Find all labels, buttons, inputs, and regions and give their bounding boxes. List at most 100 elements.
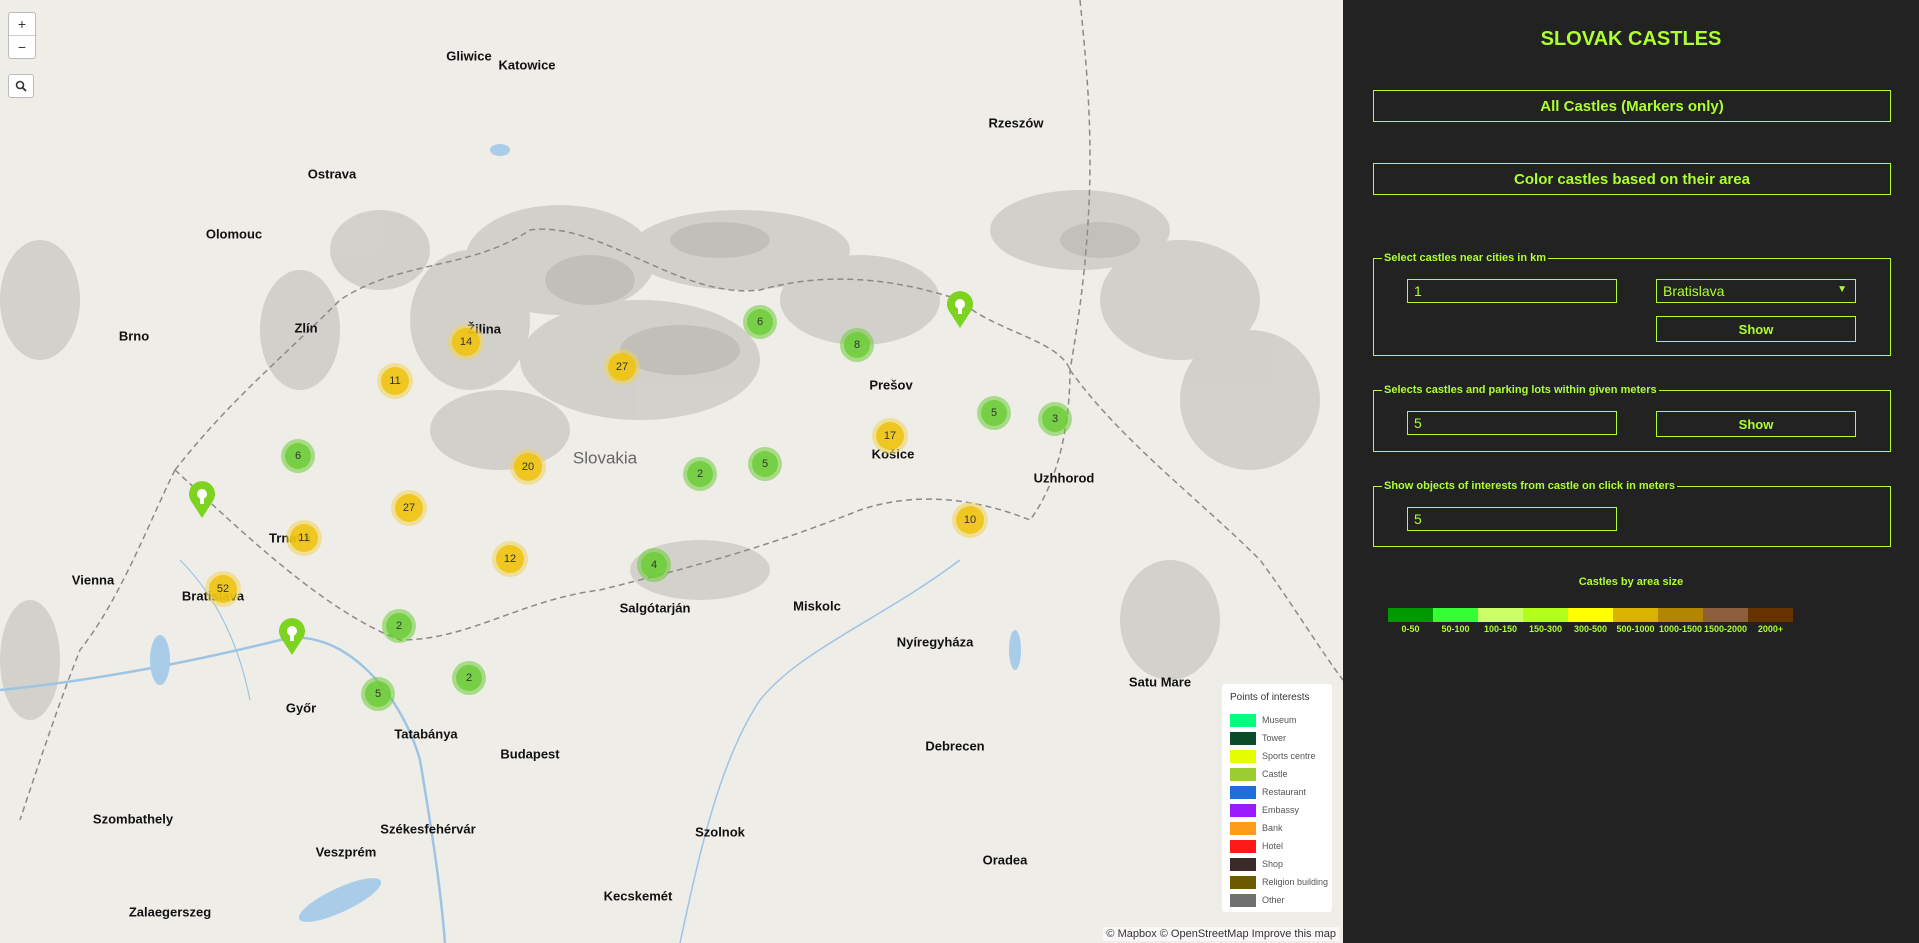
castle-cluster-marker[interactable]: 5 (748, 447, 782, 481)
near-cities-km-input[interactable]: 1 (1407, 279, 1617, 303)
castle-cluster-marker[interactable]: 17 (872, 418, 908, 454)
area-legend-label: 300-500 (1573, 624, 1608, 634)
cluster-count: 2 (687, 461, 713, 487)
all-castles-button[interactable]: All Castles (Markers only) (1373, 90, 1891, 122)
map-canvas[interactable]: OstravaOlomoucBrnoZlínViennaBratislavaTr… (0, 0, 1343, 943)
area-legend-swatch (1433, 608, 1478, 622)
region-label: Slovakia (572, 448, 638, 468)
city-label: Szombathely (92, 811, 174, 827)
city-label: Brno (118, 328, 150, 344)
city-label: Zalaegerszeg (128, 904, 212, 920)
castle-cluster-marker[interactable]: 11 (377, 363, 413, 399)
color-castles-button[interactable]: Color castles based on their area (1373, 163, 1891, 195)
area-legend-title: Castles by area size (1578, 576, 1684, 588)
castle-cluster-marker[interactable]: 4 (637, 548, 671, 582)
poi-legend-item: Castle (1230, 765, 1332, 783)
poi-legend-swatch (1230, 821, 1256, 835)
cluster-count: 12 (496, 545, 524, 573)
castle-pin-marker[interactable] (187, 481, 217, 524)
cluster-count: 5 (752, 451, 778, 477)
poi-legend-swatch (1230, 839, 1256, 853)
map-attribution[interactable]: © Mapbox © OpenStreetMap Improve this ma… (1103, 927, 1339, 941)
city-label: Salgótarján (619, 600, 691, 616)
city-label: Budapest (500, 746, 560, 762)
castle-cluster-marker[interactable]: 14 (448, 324, 484, 360)
cluster-count: 6 (285, 443, 311, 469)
castle-cluster-marker[interactable]: 2 (683, 457, 717, 491)
area-legend-item: 1000-1500 (1658, 608, 1703, 634)
cluster-count: 17 (876, 422, 904, 450)
city-label: Katowice (498, 57, 556, 73)
area-legend-label: 150-300 (1528, 624, 1563, 634)
area-legend-label: 1500-2000 (1703, 624, 1748, 634)
castle-cluster-marker[interactable]: 2 (382, 609, 416, 643)
poi-legend-label: Religion building (1262, 877, 1329, 887)
city-label: Nyíregyháza (896, 634, 974, 650)
map-pin-icon (279, 618, 305, 655)
area-legend-label: 50-100 (1441, 624, 1470, 634)
city-select-value: Bratislava (1663, 283, 1725, 299)
area-legend-swatch (1388, 608, 1433, 622)
castle-cluster-marker[interactable]: 6 (281, 439, 315, 473)
poi-legend-label: Museum (1262, 715, 1297, 725)
near-cities-show-button[interactable]: Show (1656, 316, 1856, 342)
poi-legend-swatch (1230, 875, 1256, 889)
poi-meters-legend: Show objects of interests from castle on… (1384, 480, 1675, 492)
parking-show-button[interactable]: Show (1656, 411, 1856, 437)
cluster-count: 4 (641, 552, 667, 578)
city-label: Satu Mare (1128, 674, 1192, 690)
city-label: Oradea (982, 852, 1028, 868)
poi-legend-swatch (1230, 749, 1256, 763)
poi-legend-swatch (1230, 713, 1256, 727)
castle-cluster-marker[interactable]: 3 (1038, 402, 1072, 436)
cluster-count: 6 (747, 309, 773, 335)
castle-pin-marker[interactable] (277, 618, 307, 661)
castle-cluster-marker[interactable]: 5 (977, 396, 1011, 430)
poi-legend-item: Restaurant (1230, 783, 1332, 801)
cluster-count: 3 (1042, 406, 1068, 432)
chevron-down-icon: ▼ (1837, 284, 1847, 295)
area-legend-swatch (1748, 608, 1793, 622)
poi-legend-item: Museum (1230, 711, 1332, 729)
castle-cluster-marker[interactable]: 27 (391, 490, 427, 526)
castle-cluster-marker[interactable]: 12 (492, 541, 528, 577)
poi-legend-label: Other (1262, 895, 1285, 905)
zoom-control: + − (8, 12, 36, 59)
poi-legend-swatch (1230, 857, 1256, 871)
city-label: Ostrava (307, 166, 357, 182)
poi-legend-item: Hotel (1230, 837, 1332, 855)
map-search-button[interactable] (8, 74, 34, 98)
poi-legend: Points of interests Museum Tower Sports ce… (1222, 684, 1332, 912)
castle-cluster-marker[interactable]: 11 (286, 520, 322, 556)
castle-cluster-marker[interactable]: 6 (743, 305, 777, 339)
cluster-count: 8 (844, 332, 870, 358)
poi-legend-label: Sports centre (1262, 751, 1316, 761)
poi-legend-item: Tower (1230, 729, 1332, 747)
area-legend-label: 0-50 (1401, 624, 1420, 634)
area-legend-swatch (1523, 608, 1568, 622)
castle-cluster-marker[interactable]: 52 (205, 571, 241, 607)
castle-cluster-marker[interactable]: 27 (604, 349, 640, 385)
castle-pin-marker[interactable] (945, 291, 975, 334)
castle-cluster-marker[interactable]: 5 (361, 677, 395, 711)
castle-cluster-marker[interactable]: 20 (510, 449, 546, 485)
area-legend-item: 500-1000 (1613, 608, 1658, 634)
city-label: Miskolc (793, 598, 841, 614)
poi-legend-item: Religion building (1230, 873, 1332, 891)
cluster-count: 27 (395, 494, 423, 522)
castle-cluster-marker[interactable]: 8 (840, 328, 874, 362)
poi-legend-item: Bank (1230, 819, 1332, 837)
poi-legend-label: Shop (1262, 859, 1284, 869)
city-select[interactable]: Bratislava ▼ (1656, 279, 1856, 303)
zoom-out-button[interactable]: − (9, 35, 35, 58)
castle-cluster-marker[interactable]: 2 (452, 661, 486, 695)
castle-cluster-marker[interactable]: 10 (952, 502, 988, 538)
area-legend-swatch (1703, 608, 1748, 622)
control-panel: SLOVAK CASTLES All Castles (Markers only… (1343, 0, 1919, 943)
poi-meters-input[interactable]: 5 (1407, 507, 1617, 531)
cluster-count: 2 (386, 613, 412, 639)
poi-legend-swatch (1230, 893, 1256, 907)
zoom-in-button[interactable]: + (9, 13, 35, 35)
poi-legend-item: Other (1230, 891, 1332, 909)
parking-meters-input[interactable]: 5 (1407, 411, 1617, 435)
